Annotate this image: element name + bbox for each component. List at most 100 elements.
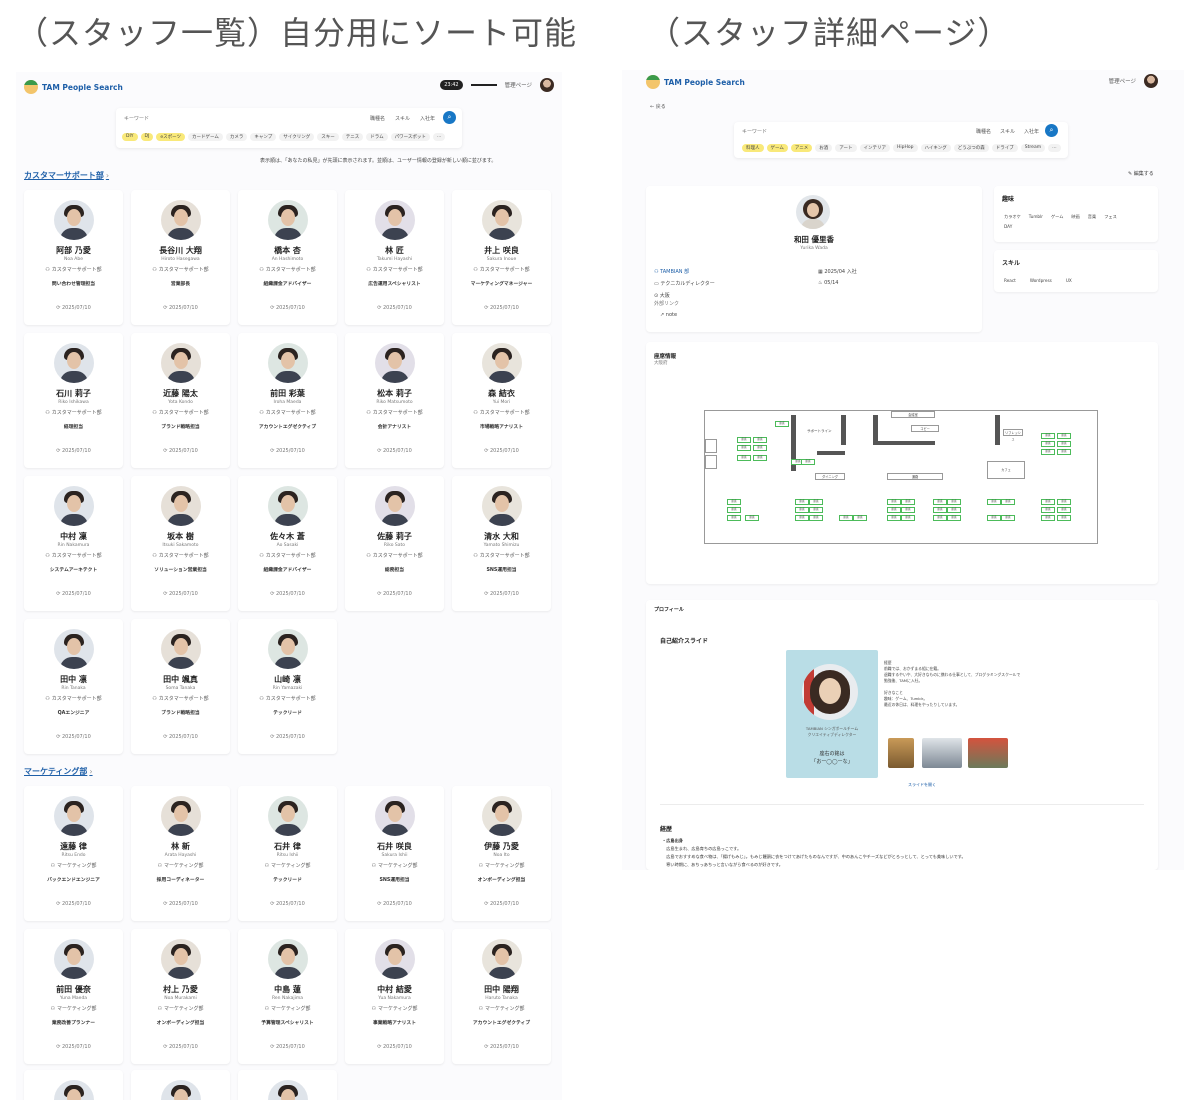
floor-seat[interactable]: 座席: [853, 515, 867, 521]
hobby-chip[interactable]: フェス: [1104, 214, 1117, 220]
floor-seat[interactable]: 座席: [901, 515, 915, 521]
search-option-year[interactable]: 入社年: [1024, 128, 1039, 135]
photo-thumb[interactable]: [922, 738, 962, 768]
edit-button[interactable]: ✎ 編集する: [1128, 170, 1154, 177]
tag[interactable]: パワースポット: [390, 133, 430, 141]
tag[interactable]: アート: [835, 144, 857, 152]
profile-company[interactable]: ⚇ TAMBIAN 部: [654, 268, 689, 275]
floor-room-cafe[interactable]: カフェ: [987, 461, 1025, 479]
intro-slide[interactable]: TAMBIAN シンガポールチーム クリエイティブディレクター 座右の銘は 「おー◯…: [786, 650, 878, 778]
tag[interactable]: サイクリング: [279, 133, 315, 141]
floor-room-copy[interactable]: コピー: [911, 425, 939, 432]
floor-seat[interactable]: 座席: [1041, 499, 1055, 505]
floor-seat[interactable]: 座席: [933, 515, 947, 521]
user-avatar[interactable]: [540, 78, 554, 92]
floor-seat[interactable]: 座席: [1057, 499, 1071, 505]
staff-card[interactable]: [238, 1070, 337, 1100]
floor-seat[interactable]: 座席: [737, 455, 751, 461]
tag-more[interactable]: …: [432, 133, 446, 141]
floor-seat[interactable]: 座席: [809, 507, 823, 513]
floor-seat[interactable]: 座席: [801, 459, 815, 465]
photo-thumb[interactable]: [888, 738, 914, 768]
floor-seat[interactable]: 座席: [795, 515, 809, 521]
hobby-chip[interactable]: 映画: [1071, 214, 1079, 220]
floor-seat[interactable]: 座席: [987, 499, 1001, 505]
tag[interactable]: ゲーム: [766, 144, 788, 152]
staff-card[interactable]: 中村 結愛 Yua Nakamura ⚇ マーケティング部 事業戦略アナリスト ⟳ 202…: [345, 929, 444, 1064]
staff-card[interactable]: 森 結衣 Yui Mori ⚇ カスタマーサポート部 市場戦略アナリスト ⟳ 2025/0…: [452, 333, 551, 468]
tag[interactable]: 料理人: [742, 144, 764, 152]
floor-seat[interactable]: 座席: [737, 445, 751, 451]
floor-seat[interactable]: 座席: [1057, 449, 1071, 455]
skill-chip[interactable]: Wordpress: [1030, 278, 1052, 283]
tag[interactable]: Stream: [1020, 144, 1046, 152]
floor-seat[interactable]: 座席: [1057, 433, 1071, 439]
app-logo[interactable]: TAM People Search: [646, 75, 745, 89]
floor-seat[interactable]: 座席: [901, 499, 915, 505]
floor-seat[interactable]: 座席: [1041, 515, 1055, 521]
floor-seat[interactable]: 座席: [727, 515, 741, 521]
staff-card[interactable]: 松本 莉子 Riko Matsumoto ⚇ カスタマーサポート部 会計アナリスト ⟳ 2…: [345, 333, 444, 468]
tag[interactable]: DIY: [122, 133, 138, 141]
floor-seat[interactable]: 座席: [933, 499, 947, 505]
tag[interactable]: テニス: [341, 133, 364, 141]
floor-seat[interactable]: 座席: [987, 515, 1001, 521]
staff-card[interactable]: 山崎 凛 Rin Yamazaki ⚇ カスタマーサポート部 テックリード ⟳ 2025/…: [238, 619, 337, 754]
tag[interactable]: インテリア: [859, 144, 891, 152]
floor-room-dining[interactable]: ダイニング: [815, 473, 845, 480]
staff-card[interactable]: 伊藤 乃愛 Noa Ito ⚇ マーケティング部 オンボーディング担当 ⟳ 2025/07…: [452, 786, 551, 921]
floor-seat[interactable]: 座席: [737, 437, 751, 443]
tag-more[interactable]: …: [1048, 144, 1061, 152]
floor-seat[interactable]: 座席: [795, 507, 809, 513]
search-icon[interactable]: ⌕: [443, 111, 456, 124]
floor-seat[interactable]: 座席: [1057, 515, 1071, 521]
search-input[interactable]: [124, 114, 324, 124]
floor-seat[interactable]: 座席: [753, 455, 767, 461]
admin-link[interactable]: 管理ページ: [505, 81, 532, 89]
floor-seat[interactable]: 座席: [1041, 449, 1055, 455]
floor-seat[interactable]: 座席: [1057, 441, 1071, 447]
staff-card[interactable]: 林 匠 Takumi Hayashi ⚇ カスタマーサポート部 広告運用スペシャリスト ⟳…: [345, 190, 444, 325]
floor-seat[interactable]: 座席: [947, 515, 961, 521]
floor-seat[interactable]: 座席: [901, 507, 915, 513]
floor-seat[interactable]: 座席: [1001, 499, 1015, 505]
floor-seat[interactable]: 座席: [745, 515, 759, 521]
tag[interactable]: アニメ: [790, 144, 813, 152]
staff-card[interactable]: 佐々木 蒼 Ao Sasaki ⚇ カスタマーサポート部 組織課金アドバイザー ⟳ 202…: [238, 476, 337, 611]
hobby-chip[interactable]: DAY: [1004, 224, 1012, 229]
floor-seat[interactable]: 座席: [753, 437, 767, 443]
floor-seat[interactable]: 座席: [1001, 515, 1015, 521]
floor-seat[interactable]: 座席: [839, 515, 853, 521]
staff-card[interactable]: 石井 律 Ritsu Ishii ⚇ マーケティング部 テックリード ⟳ 2025/07/…: [238, 786, 337, 921]
dept-heading-support[interactable]: カスタマーサポート部 ›: [24, 170, 109, 181]
search-option-job[interactable]: 職種名: [976, 128, 991, 135]
staff-card[interactable]: 阿部 乃愛 Noa Abe ⚇ カスタマーサポート部 問い合わせ管理担当 ⟳ 2025/0…: [24, 190, 123, 325]
floor-seat[interactable]: 座席: [887, 507, 901, 513]
tag[interactable]: ドラム: [366, 133, 388, 141]
floor-seat[interactable]: 座席: [727, 499, 741, 505]
skill-chip[interactable]: React: [1004, 278, 1016, 283]
floor-seat[interactable]: 座席: [887, 515, 901, 521]
floor-seat[interactable]: 座席: [1041, 507, 1055, 513]
floor-seat[interactable]: 座席: [1057, 507, 1071, 513]
staff-card[interactable]: 佐藤 莉子 Riko Sato ⚇ カスタマーサポート部 総務担当 ⟳ 2025/07/1…: [345, 476, 444, 611]
floor-seat[interactable]: 座席: [887, 499, 901, 505]
floor-room-lounge[interactable]: リフレッシュ: [1003, 429, 1023, 441]
floor-seat[interactable]: 座席: [947, 499, 961, 505]
staff-card[interactable]: 林 新 Arata Hayashi ⚇ マーケティング部 採用コーディネーター ⟳ 202…: [131, 786, 230, 921]
staff-card[interactable]: 田中 颯真 Soma Tanaka ⚇ カスタマーサポート部 ブランド戦略担当 ⟳ 202…: [131, 619, 230, 754]
hobby-chip[interactable]: Tumblr: [1029, 214, 1043, 220]
floor-room-meeting[interactable]: 会議室: [891, 411, 935, 418]
floor-seat[interactable]: 座席: [795, 499, 809, 505]
search-option-job[interactable]: 職種名: [370, 115, 385, 122]
search-icon[interactable]: ⌕: [1045, 124, 1058, 137]
search-option-year[interactable]: 入社年: [420, 115, 435, 122]
staff-card[interactable]: 田中 陽翔 Haruto Tanaka ⚇ マーケティング部 アカウントエグゼクティブ ⟳…: [452, 929, 551, 1064]
staff-card[interactable]: [24, 1070, 123, 1100]
tag[interactable]: カメラ: [225, 133, 248, 141]
staff-card[interactable]: 石川 莉子 Riko Ishikawa ⚇ カスタマーサポート部 経理担当 ⟳ 2025/…: [24, 333, 123, 468]
tag[interactable]: ハイキング: [920, 144, 951, 152]
staff-card[interactable]: 前田 優奈 Yuna Maeda ⚇ マーケティング部 業務改善プランナー ⟳ 2025/…: [24, 929, 123, 1064]
search-option-skill[interactable]: スキル: [1000, 128, 1015, 135]
staff-card[interactable]: [131, 1070, 230, 1100]
